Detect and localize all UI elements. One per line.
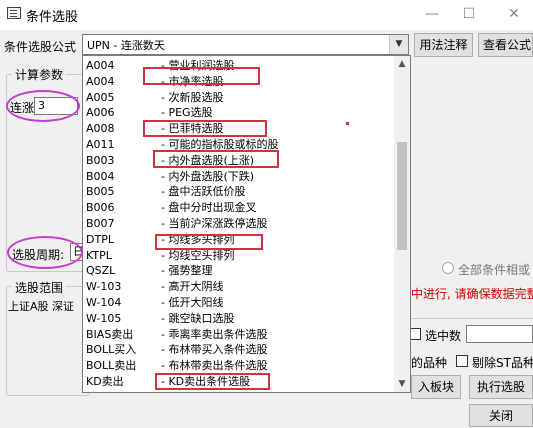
dropdown-item-code: QSZL xyxy=(86,264,116,278)
dropdown-item[interactable]: W-104 - 低开大阳线 xyxy=(83,295,390,310)
dropdown-item-code: KTPL xyxy=(86,248,112,262)
dropdown-item-name: - PEG选股 xyxy=(161,106,213,120)
dropdown-item-code: A008 xyxy=(86,122,115,136)
dropdown-item[interactable]: BIAS卖出 - 乖离率卖出条件选股 xyxy=(83,327,390,342)
dropdown-item[interactable]: BOLL卖出 - 布林带卖出条件选股 xyxy=(83,358,390,373)
annotation-ellipse xyxy=(7,236,83,269)
minimize-button[interactable]: — xyxy=(419,4,445,24)
dropdown-item-code: KD卖出 xyxy=(86,375,124,388)
dropdown-item-code: A011 xyxy=(86,138,115,151)
varieties-label: 的品种 xyxy=(411,356,448,370)
dropdown-item-name: - 强势整理 xyxy=(161,264,213,278)
scope-list[interactable]: 上证A股 深证 xyxy=(8,298,74,314)
dropdown-item-code: BOLL买入 xyxy=(86,343,137,357)
dropdown-item-code: A004 xyxy=(86,59,115,72)
annotation-box xyxy=(153,150,279,168)
scrollbar-thumb[interactable] xyxy=(397,142,407,250)
select-count-field xyxy=(466,325,533,343)
dropdown-item-code: B005 xyxy=(86,185,115,199)
add-to-block-button[interactable]: 入板块 xyxy=(411,375,461,399)
dropdown-item-code: A006 xyxy=(86,106,115,120)
dropdown-item[interactable]: BOLL买入 - 布林带买入条件选股 xyxy=(83,342,390,357)
dropdown-item-name: - 布林带卖出条件选股 xyxy=(161,359,268,373)
dropdown-item[interactable]: B007 - 当前沪深涨跌停选股 xyxy=(83,216,390,231)
scope-title: 选股范围 xyxy=(12,279,67,296)
dropdown-item-name: - 次新股选股 xyxy=(161,90,224,104)
dropdown-item[interactable]: B004 - 内外盘选股(下跌) xyxy=(83,169,390,184)
dropdown-item-code: W-105 xyxy=(86,311,122,325)
exclude-st-checkbox[interactable] xyxy=(456,355,468,367)
dropdown-item-name: - 盘中活跃低价股 xyxy=(161,185,246,199)
annotation-box xyxy=(143,120,267,137)
window-icon xyxy=(7,7,21,19)
annotation-box xyxy=(155,373,270,390)
maximize-button[interactable]: ☐ xyxy=(456,4,482,24)
dropdown-item-name: - 乖离率卖出条件选股 xyxy=(161,327,268,341)
dropdown-item-name: - 盘中分时出现金叉 xyxy=(161,201,257,215)
chevron-up-icon[interactable]: ▲ xyxy=(394,56,410,72)
dropdown-item[interactable]: B005 - 盘中活跃低价股 xyxy=(83,184,390,199)
dropdown-item[interactable]: W-105 - 跳空缺口选股 xyxy=(83,311,390,326)
dropdown-item[interactable]: W-103 - 高开大阴线 xyxy=(83,279,390,294)
dropdown-item-code: B007 xyxy=(86,217,115,230)
close-window-button[interactable]: ✕ xyxy=(501,4,527,24)
exclude-st-label: 剔除ST品种 xyxy=(472,356,533,370)
dropdown-item-name: - 布林带买入条件选股 xyxy=(161,343,268,357)
usage-notes-button[interactable]: 用法注释 xyxy=(414,33,473,57)
annotation-box xyxy=(143,67,260,85)
title-bar: 条件选股 — ☐ ✕ xyxy=(0,0,533,30)
dropdown-item-name: - 低开大阳线 xyxy=(161,296,224,309)
dropdown-item-code: DTPL xyxy=(86,232,114,246)
dropdown-item-name: - 内外盘选股(下跌) xyxy=(161,169,255,183)
dropdown-item-code: B004 xyxy=(86,169,115,183)
dropdown-item-code: A004 xyxy=(86,74,115,88)
annotation-dot xyxy=(346,122,349,125)
dropdown-item[interactable]: QSZL - 强势整理 xyxy=(83,263,390,278)
dropdown-scrollbar[interactable]: ▲ ▼ xyxy=(394,56,410,392)
all-conditions-radio[interactable] xyxy=(442,262,454,274)
dropdown-item[interactable]: A005 - 次新股选股 xyxy=(83,90,390,105)
annotation-box xyxy=(155,234,263,250)
calc-params-title: 计算参数 xyxy=(12,66,67,83)
all-conditions-label: 全部条件相或 xyxy=(458,263,531,277)
formula-dropdown-list[interactable]: A004- 营业利润选股 A004- 市净率选股 A005- 次新股选股 A006- … xyxy=(82,55,411,393)
run-select-button[interactable]: 执行选股 xyxy=(469,375,533,399)
chevron-down-icon[interactable]: ▼ xyxy=(389,35,408,54)
warning-text: 中进行, 请确保数据完整 xyxy=(411,287,533,301)
dropdown-item-name: - 跳空缺口选股 xyxy=(161,311,235,325)
dropdown-item-name: - 当前沪深涨跌停选股 xyxy=(161,217,268,230)
dropdown-item-code: B003 xyxy=(86,153,115,167)
dropdown-item[interactable]: B006 - 盘中分时出现金叉 xyxy=(83,200,390,215)
chevron-down-icon[interactable]: ▼ xyxy=(394,376,410,392)
divider xyxy=(411,318,533,319)
window-title: 条件选股 xyxy=(26,10,79,25)
select-count-label: 选中数 xyxy=(425,329,462,343)
dropdown-item-code: BIAS卖出 xyxy=(86,327,134,341)
dropdown-item-code: W-103 xyxy=(86,280,122,294)
formula-select-value: UPN - 连涨数天 xyxy=(87,39,165,52)
view-formula-button[interactable]: 查看公式 xyxy=(478,33,533,57)
dropdown-item-code: A005 xyxy=(86,90,115,104)
close-button[interactable]: 关闭 xyxy=(469,404,533,427)
formula-label: 条件选股公式 xyxy=(4,40,77,54)
dropdown-item-code: B006 xyxy=(86,201,115,215)
dropdown-item-name: - 高开大阴线 xyxy=(161,280,224,294)
dropdown-item[interactable]: A006 - PEG选股 xyxy=(83,105,390,120)
dropdown-item-code: W-104 xyxy=(86,296,122,309)
annotation-ellipse xyxy=(6,90,80,122)
dropdown-item-code: BOLL卖出 xyxy=(86,359,137,373)
formula-select[interactable]: UPN - 连涨数天 ▼ xyxy=(82,34,409,55)
